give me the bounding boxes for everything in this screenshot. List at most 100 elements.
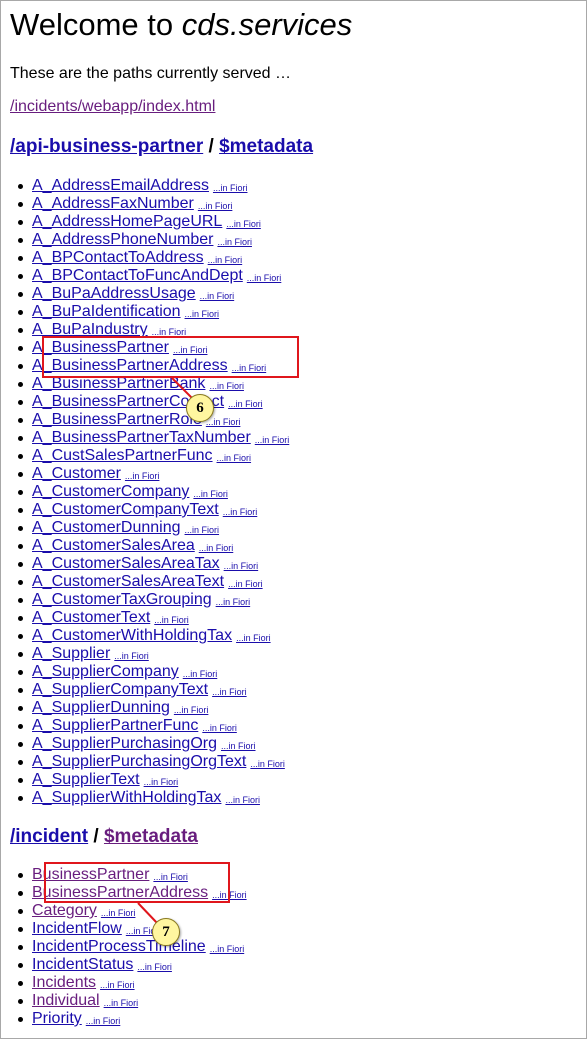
entity-link[interactable]: A_BuPaIndustry	[32, 321, 148, 338]
entity-link[interactable]: A_CustomerWithHoldingTax	[32, 627, 232, 644]
fiori-preview-link[interactable]: ...in Fiori	[173, 345, 208, 355]
fiori-preview-link[interactable]: ...in Fiori	[228, 399, 263, 409]
entity-link[interactable]: Individual	[32, 992, 100, 1009]
entity-link[interactable]: A_CustomerCompany	[32, 483, 189, 500]
fiori-preview-link[interactable]: ...in Fiori	[125, 471, 160, 481]
fiori-preview-link[interactable]: ...in Fiori	[153, 872, 188, 882]
metadata-link[interactable]: $metadata	[104, 826, 198, 847]
entity-link[interactable]: BusinessPartner	[32, 866, 149, 883]
entity-link[interactable]: Priority	[32, 1010, 82, 1027]
list-item: A_BuPaIndustry ...in Fiori	[17, 321, 289, 339]
fiori-preview-link[interactable]: ...in Fiori	[232, 363, 267, 373]
entity-link[interactable]: A_AddressFaxNumber	[32, 195, 194, 212]
entity-link[interactable]: A_BuPaIdentification	[32, 303, 181, 320]
entity-link[interactable]: Incidents	[32, 974, 96, 991]
fiori-preview-link[interactable]: ...in Fiori	[100, 980, 135, 990]
fiori-preview-link[interactable]: ...in Fiori	[137, 962, 172, 972]
entity-link[interactable]: A_CustomerText	[32, 609, 150, 626]
entity-link[interactable]: A_BusinessPartnerRole	[32, 411, 202, 428]
fiori-preview-link[interactable]: ...in Fiori	[212, 890, 247, 900]
fiori-preview-link[interactable]: ...in Fiori	[213, 183, 248, 193]
service-path-link[interactable]: /api-business-partner	[10, 136, 203, 157]
callout-marker-7: 7	[152, 918, 180, 946]
entity-link[interactable]: A_SupplierText	[32, 771, 140, 788]
entity-link[interactable]: A_BusinessPartnerBank	[32, 375, 205, 392]
fiori-preview-link[interactable]: ...in Fiori	[225, 795, 260, 805]
entity-link[interactable]: A_CustomerSalesAreaText	[32, 573, 224, 590]
fiori-preview-link[interactable]: ...in Fiori	[210, 944, 245, 954]
fiori-preview-link[interactable]: ...in Fiori	[247, 273, 282, 283]
entity-link[interactable]: A_Customer	[32, 465, 121, 482]
entity-link[interactable]: A_SupplierPurchasingOrg	[32, 735, 217, 752]
list-item: Individual ...in Fiori	[18, 992, 247, 1010]
fiori-preview-link[interactable]: ...in Fiori	[221, 741, 256, 751]
entity-link[interactable]: A_BusinessPartnerTaxNumber	[32, 429, 251, 446]
fiori-preview-link[interactable]: ...in Fiori	[223, 507, 258, 517]
entity-link[interactable]: A_AddressHomePageURL	[32, 213, 222, 230]
entity-link[interactable]: A_BusinessPartner	[32, 339, 169, 356]
metadata-link[interactable]: $metadata	[219, 136, 313, 157]
path-separator: /	[93, 826, 99, 847]
fiori-preview-link[interactable]: ...in Fiori	[226, 219, 261, 229]
entity-link[interactable]: A_SupplierPartnerFunc	[32, 717, 198, 734]
entity-link[interactable]: IncidentStatus	[32, 956, 133, 973]
fiori-preview-link[interactable]: ...in Fiori	[216, 597, 251, 607]
entity-link[interactable]: A_AddressPhoneNumber	[32, 231, 213, 248]
fiori-preview-link[interactable]: ...in Fiori	[174, 705, 209, 715]
entity-link[interactable]: A_SupplierWithHoldingTax	[32, 789, 221, 806]
fiori-preview-link[interactable]: ...in Fiori	[224, 561, 259, 571]
fiori-preview-link[interactable]: ...in Fiori	[104, 998, 139, 1008]
fiori-preview-link[interactable]: ...in Fiori	[199, 543, 234, 553]
fiori-preview-link[interactable]: ...in Fiori	[236, 633, 271, 643]
fiori-preview-link[interactable]: ...in Fiori	[152, 327, 187, 337]
entity-link[interactable]: BusinessPartnerAddress	[32, 884, 208, 901]
fiori-preview-link[interactable]: ...in Fiori	[198, 201, 233, 211]
entity-link[interactable]: A_BPContactToAddress	[32, 249, 204, 266]
fiori-preview-link[interactable]: ...in Fiori	[183, 669, 218, 679]
fiori-preview-link[interactable]: ...in Fiori	[101, 908, 136, 918]
fiori-preview-link[interactable]: ...in Fiori	[228, 579, 263, 589]
fiori-preview-link[interactable]: ...in Fiori	[217, 453, 252, 463]
fiori-preview-link[interactable]: ...in Fiori	[206, 417, 241, 427]
callout-marker-6: 6	[186, 394, 214, 422]
entity-link[interactable]: A_CustSalesPartnerFunc	[32, 447, 213, 464]
entity-link[interactable]: A_SupplierPurchasingOrgText	[32, 753, 246, 770]
fiori-preview-link[interactable]: ...in Fiori	[217, 237, 252, 247]
webapp-link[interactable]: /incidents/webapp/index.html	[10, 97, 215, 117]
list-item: A_AddressHomePageURL ...in Fiori	[17, 213, 289, 231]
entity-link[interactable]: A_SupplierCompany	[32, 663, 179, 680]
entity-link[interactable]: Category	[32, 902, 97, 919]
entity-link[interactable]: A_CustomerDunning	[32, 519, 181, 536]
entity-link[interactable]: A_CustomerSalesAreaTax	[32, 555, 220, 572]
entity-link[interactable]: A_Supplier	[32, 645, 110, 662]
fiori-preview-link[interactable]: ...in Fiori	[154, 615, 189, 625]
entity-link[interactable]: A_BuPaAddressUsage	[32, 285, 196, 302]
entity-link[interactable]: IncidentProcessTimeline	[32, 938, 206, 955]
entity-link[interactable]: A_CustomerCompanyText	[32, 501, 219, 518]
fiori-preview-link[interactable]: ...in Fiori	[209, 381, 244, 391]
fiori-preview-link[interactable]: ...in Fiori	[212, 687, 247, 697]
list-item: IncidentFlow ...in Fiori	[18, 920, 247, 938]
fiori-preview-link[interactable]: ...in Fiori	[202, 723, 237, 733]
entity-link[interactable]: A_BusinessPartnerAddress	[32, 357, 228, 374]
fiori-preview-link[interactable]: ...in Fiori	[208, 255, 243, 265]
entity-link[interactable]: A_BPContactToFuncAndDept	[32, 267, 243, 284]
fiori-preview-link[interactable]: ...in Fiori	[185, 309, 220, 319]
entity-link[interactable]: IncidentFlow	[32, 920, 122, 937]
fiori-preview-link[interactable]: ...in Fiori	[193, 489, 228, 499]
entity-link[interactable]: A_CustomerSalesArea	[32, 537, 195, 554]
fiori-preview-link[interactable]: ...in Fiori	[86, 1016, 121, 1026]
list-item: A_BPContactToAddress ...in Fiori	[17, 249, 289, 267]
entity-link[interactable]: A_SupplierCompanyText	[32, 681, 208, 698]
fiori-preview-link[interactable]: ...in Fiori	[114, 651, 149, 661]
list-item: Incidents ...in Fiori	[18, 974, 247, 992]
fiori-preview-link[interactable]: ...in Fiori	[185, 525, 220, 535]
fiori-preview-link[interactable]: ...in Fiori	[200, 291, 235, 301]
entity-link[interactable]: A_SupplierDunning	[32, 699, 170, 716]
fiori-preview-link[interactable]: ...in Fiori	[255, 435, 290, 445]
entity-link[interactable]: A_AddressEmailAddress	[32, 177, 209, 194]
fiori-preview-link[interactable]: ...in Fiori	[250, 759, 285, 769]
entity-link[interactable]: A_CustomerTaxGrouping	[32, 591, 212, 608]
service-path-link[interactable]: /incident	[10, 826, 88, 847]
fiori-preview-link[interactable]: ...in Fiori	[144, 777, 179, 787]
